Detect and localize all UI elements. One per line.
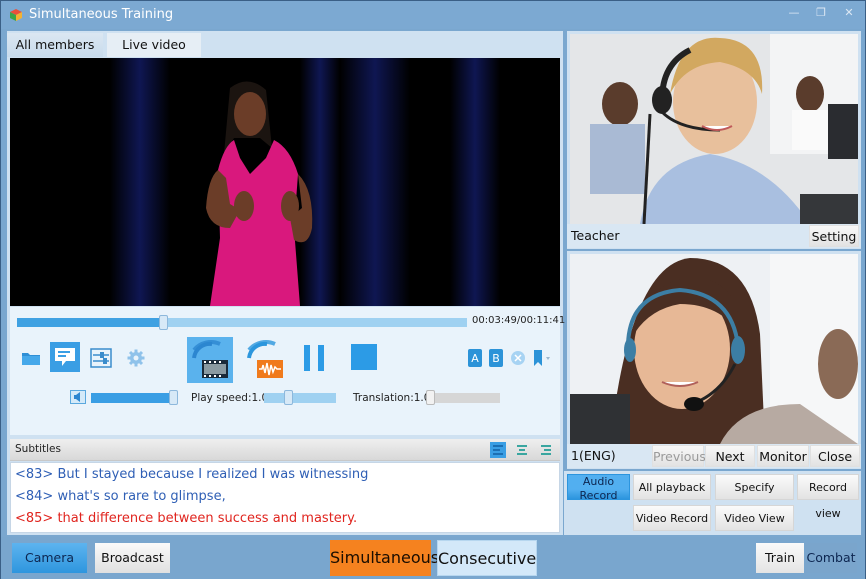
close-window-button[interactable]: ✕ xyxy=(839,5,859,21)
stop-button[interactable] xyxy=(350,343,378,371)
student-video[interactable] xyxy=(570,254,858,444)
teacher-video[interactable] xyxy=(570,34,858,224)
speaker-icon xyxy=(70,390,86,404)
subtitles-list[interactable]: <83> But I stayed because I realized I w… xyxy=(10,462,560,533)
gear-icon xyxy=(127,349,145,367)
clear-ab-icon xyxy=(511,351,525,365)
teacher-label: Teacher xyxy=(571,228,620,243)
stage-curtain xyxy=(340,58,410,306)
previous-button[interactable]: Previous xyxy=(652,445,706,467)
student-camera-panel: 1(ENG) Previous Next Monitor Close xyxy=(567,251,861,469)
progress-bar[interactable] xyxy=(17,315,467,330)
bookmark-button[interactable] xyxy=(532,349,552,367)
translation-label: Translation:1.0x xyxy=(353,392,437,404)
folder-icon xyxy=(22,353,40,365)
stop-icon xyxy=(351,344,377,370)
video-record-button[interactable]: Video Record xyxy=(633,505,711,531)
audio-broadcast-button[interactable] xyxy=(242,337,288,383)
subtitle-line-current[interactable]: <85> that difference between success and… xyxy=(15,511,357,526)
live-video-panel: All members Live video 00:03:49/00:11:41… xyxy=(7,31,565,535)
record-panel: Audio Record All playback Specify playba… xyxy=(564,471,861,535)
translation-slider-thumb[interactable] xyxy=(426,390,435,405)
equalizer-button[interactable] xyxy=(89,347,113,369)
a-point-button[interactable]: A xyxy=(468,349,482,367)
align-right-button[interactable] xyxy=(538,442,554,458)
video-broadcast-button[interactable] xyxy=(187,337,233,383)
align-left-button[interactable] xyxy=(490,442,506,458)
subtitle-icon xyxy=(55,348,75,366)
all-playback-button[interactable]: All playback xyxy=(633,474,711,500)
tab-live-video[interactable]: Live video xyxy=(107,33,201,57)
translation-slider[interactable] xyxy=(426,390,500,405)
student-bar: 1(ENG) Previous Next Monitor Close xyxy=(567,444,861,468)
stage-curtain xyxy=(450,58,500,306)
app-logo-icon xyxy=(10,9,22,21)
title-bar[interactable]: Simultaneous Training — ❐ ✕ xyxy=(1,1,865,29)
combat-button[interactable]: Combat xyxy=(805,543,857,573)
broadcast-button[interactable]: Broadcast xyxy=(95,543,170,573)
teacher-image xyxy=(570,34,858,224)
consecutive-mode-button[interactable]: Consecutive xyxy=(437,540,537,576)
open-folder-button[interactable] xyxy=(20,347,42,369)
stage-curtain xyxy=(110,58,170,306)
speaker-figure xyxy=(206,81,313,306)
equalizer-icon xyxy=(90,348,112,368)
next-button[interactable]: Next xyxy=(705,445,755,467)
volume-slider[interactable] xyxy=(91,390,178,405)
simultaneous-mode-button[interactable]: Simultaneous xyxy=(330,540,439,576)
clear-ab-button[interactable] xyxy=(510,350,526,366)
tab-bar: All members Live video xyxy=(7,31,563,57)
play-speed-slider-thumb[interactable] xyxy=(284,390,293,405)
teacher-camera-panel: Teacher Setting xyxy=(567,31,861,249)
pause-icon xyxy=(304,345,324,371)
video-display[interactable] xyxy=(10,58,560,306)
settings-button[interactable] xyxy=(125,347,147,369)
setting-button[interactable]: Setting xyxy=(809,225,859,247)
close-student-button[interactable]: Close xyxy=(810,445,860,467)
play-speed-label: Play speed:1.0x xyxy=(191,392,275,404)
teacher-bar: Teacher Setting xyxy=(567,224,861,248)
app-window: Simultaneous Training — ❐ ✕ All members … xyxy=(0,0,866,579)
student-label: 1(ENG) xyxy=(571,448,616,463)
audio-record-button[interactable]: Audio Record xyxy=(567,474,630,502)
subtitles-title: Subtitles xyxy=(15,443,61,455)
player-controls: 00:03:49/00:11:41 A B Play speed:1.0x Tr… xyxy=(10,307,565,435)
student-image xyxy=(570,254,858,444)
subtitle-toggle-button[interactable] xyxy=(50,342,80,372)
b-point-button[interactable]: B xyxy=(489,349,503,367)
pause-button[interactable] xyxy=(301,343,327,373)
bottom-bar: Camera Broadcast Simultaneous Consecutiv… xyxy=(1,537,865,579)
restore-button[interactable]: ❐ xyxy=(811,5,831,21)
monitor-button[interactable]: Monitor xyxy=(757,445,809,467)
bookmark-icon xyxy=(534,350,550,366)
video-view-button[interactable]: Video View xyxy=(715,505,794,531)
record-view-button[interactable]: Record view xyxy=(797,474,859,520)
video-broadcast-icon xyxy=(192,340,228,378)
subtitle-line[interactable]: <84> what's so rare to glimpse, xyxy=(15,489,226,504)
play-speed-slider[interactable] xyxy=(264,390,336,405)
volume-slider-thumb[interactable] xyxy=(169,390,178,405)
volume-button[interactable] xyxy=(69,389,87,405)
minimize-button[interactable]: — xyxy=(784,5,804,21)
tab-all-members[interactable]: All members xyxy=(7,33,103,57)
progress-fill xyxy=(17,318,164,327)
window-title: Simultaneous Training xyxy=(29,7,174,22)
audio-broadcast-icon xyxy=(247,340,283,378)
align-right-icon xyxy=(541,445,551,455)
progress-thumb[interactable] xyxy=(159,315,168,330)
specify-playback-button[interactable]: Specify playback xyxy=(715,474,794,520)
train-button[interactable]: Train xyxy=(756,543,804,573)
time-readout: 00:03:49/00:11:41 xyxy=(472,315,566,326)
subtitles-header: Subtitles xyxy=(10,439,560,461)
align-center-icon xyxy=(517,445,527,455)
subtitle-line[interactable]: <83> But I stayed because I realized I w… xyxy=(15,467,368,482)
align-left-icon xyxy=(493,445,503,455)
camera-button[interactable]: Camera xyxy=(12,543,87,573)
align-center-button[interactable] xyxy=(514,442,530,458)
